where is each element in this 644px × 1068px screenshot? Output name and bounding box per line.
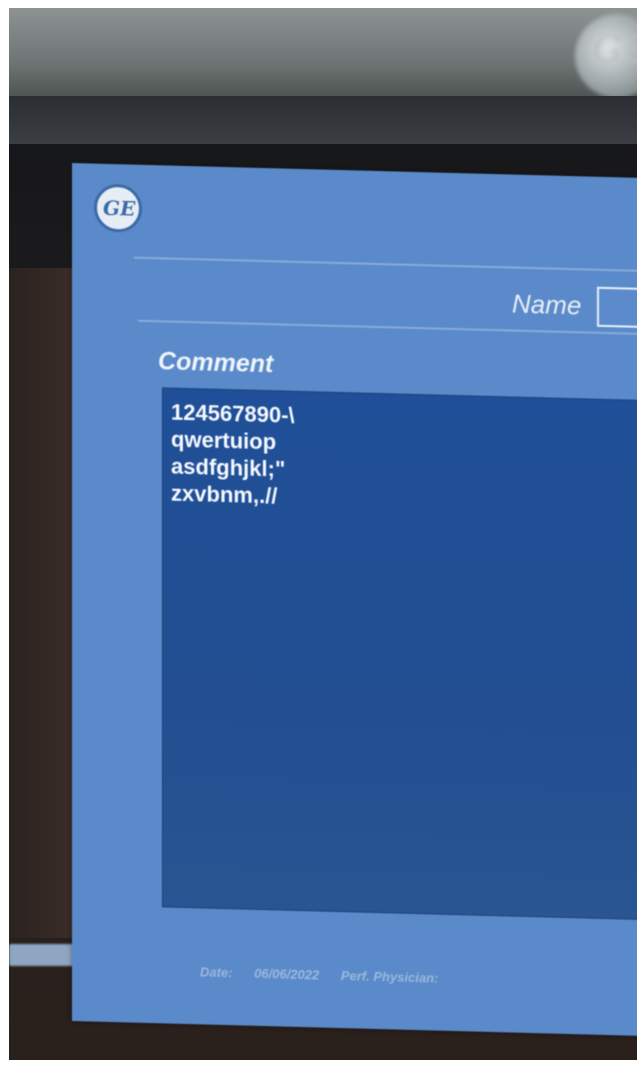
date-value: 06/06/2022 bbox=[254, 965, 320, 983]
ge-monogram-icon: GE bbox=[94, 183, 142, 233]
date-label: Date: bbox=[200, 964, 233, 981]
comment-label: Comment bbox=[158, 347, 274, 379]
device-bezel bbox=[9, 8, 637, 98]
physician-label: Perf. Physician: bbox=[340, 968, 439, 986]
background-panel bbox=[9, 268, 73, 938]
divider bbox=[138, 319, 637, 336]
comment-textarea[interactable]: 124567890-\ qwertuiop asdfghjkl;" zxvbnm… bbox=[162, 387, 637, 921]
photo-frame: GE GE Name Comment 124567890-\ qwertuiop… bbox=[9, 8, 637, 1060]
name-input[interactable] bbox=[597, 286, 637, 329]
divider bbox=[134, 256, 637, 273]
name-label: Name bbox=[512, 288, 582, 321]
dialog-footer: Date: 06/06/2022 Perf. Physician: bbox=[200, 964, 456, 986]
monitor-frame bbox=[9, 96, 637, 144]
comment-dialog: GE Name Comment 124567890-\ qwertuiop as… bbox=[72, 163, 637, 1037]
